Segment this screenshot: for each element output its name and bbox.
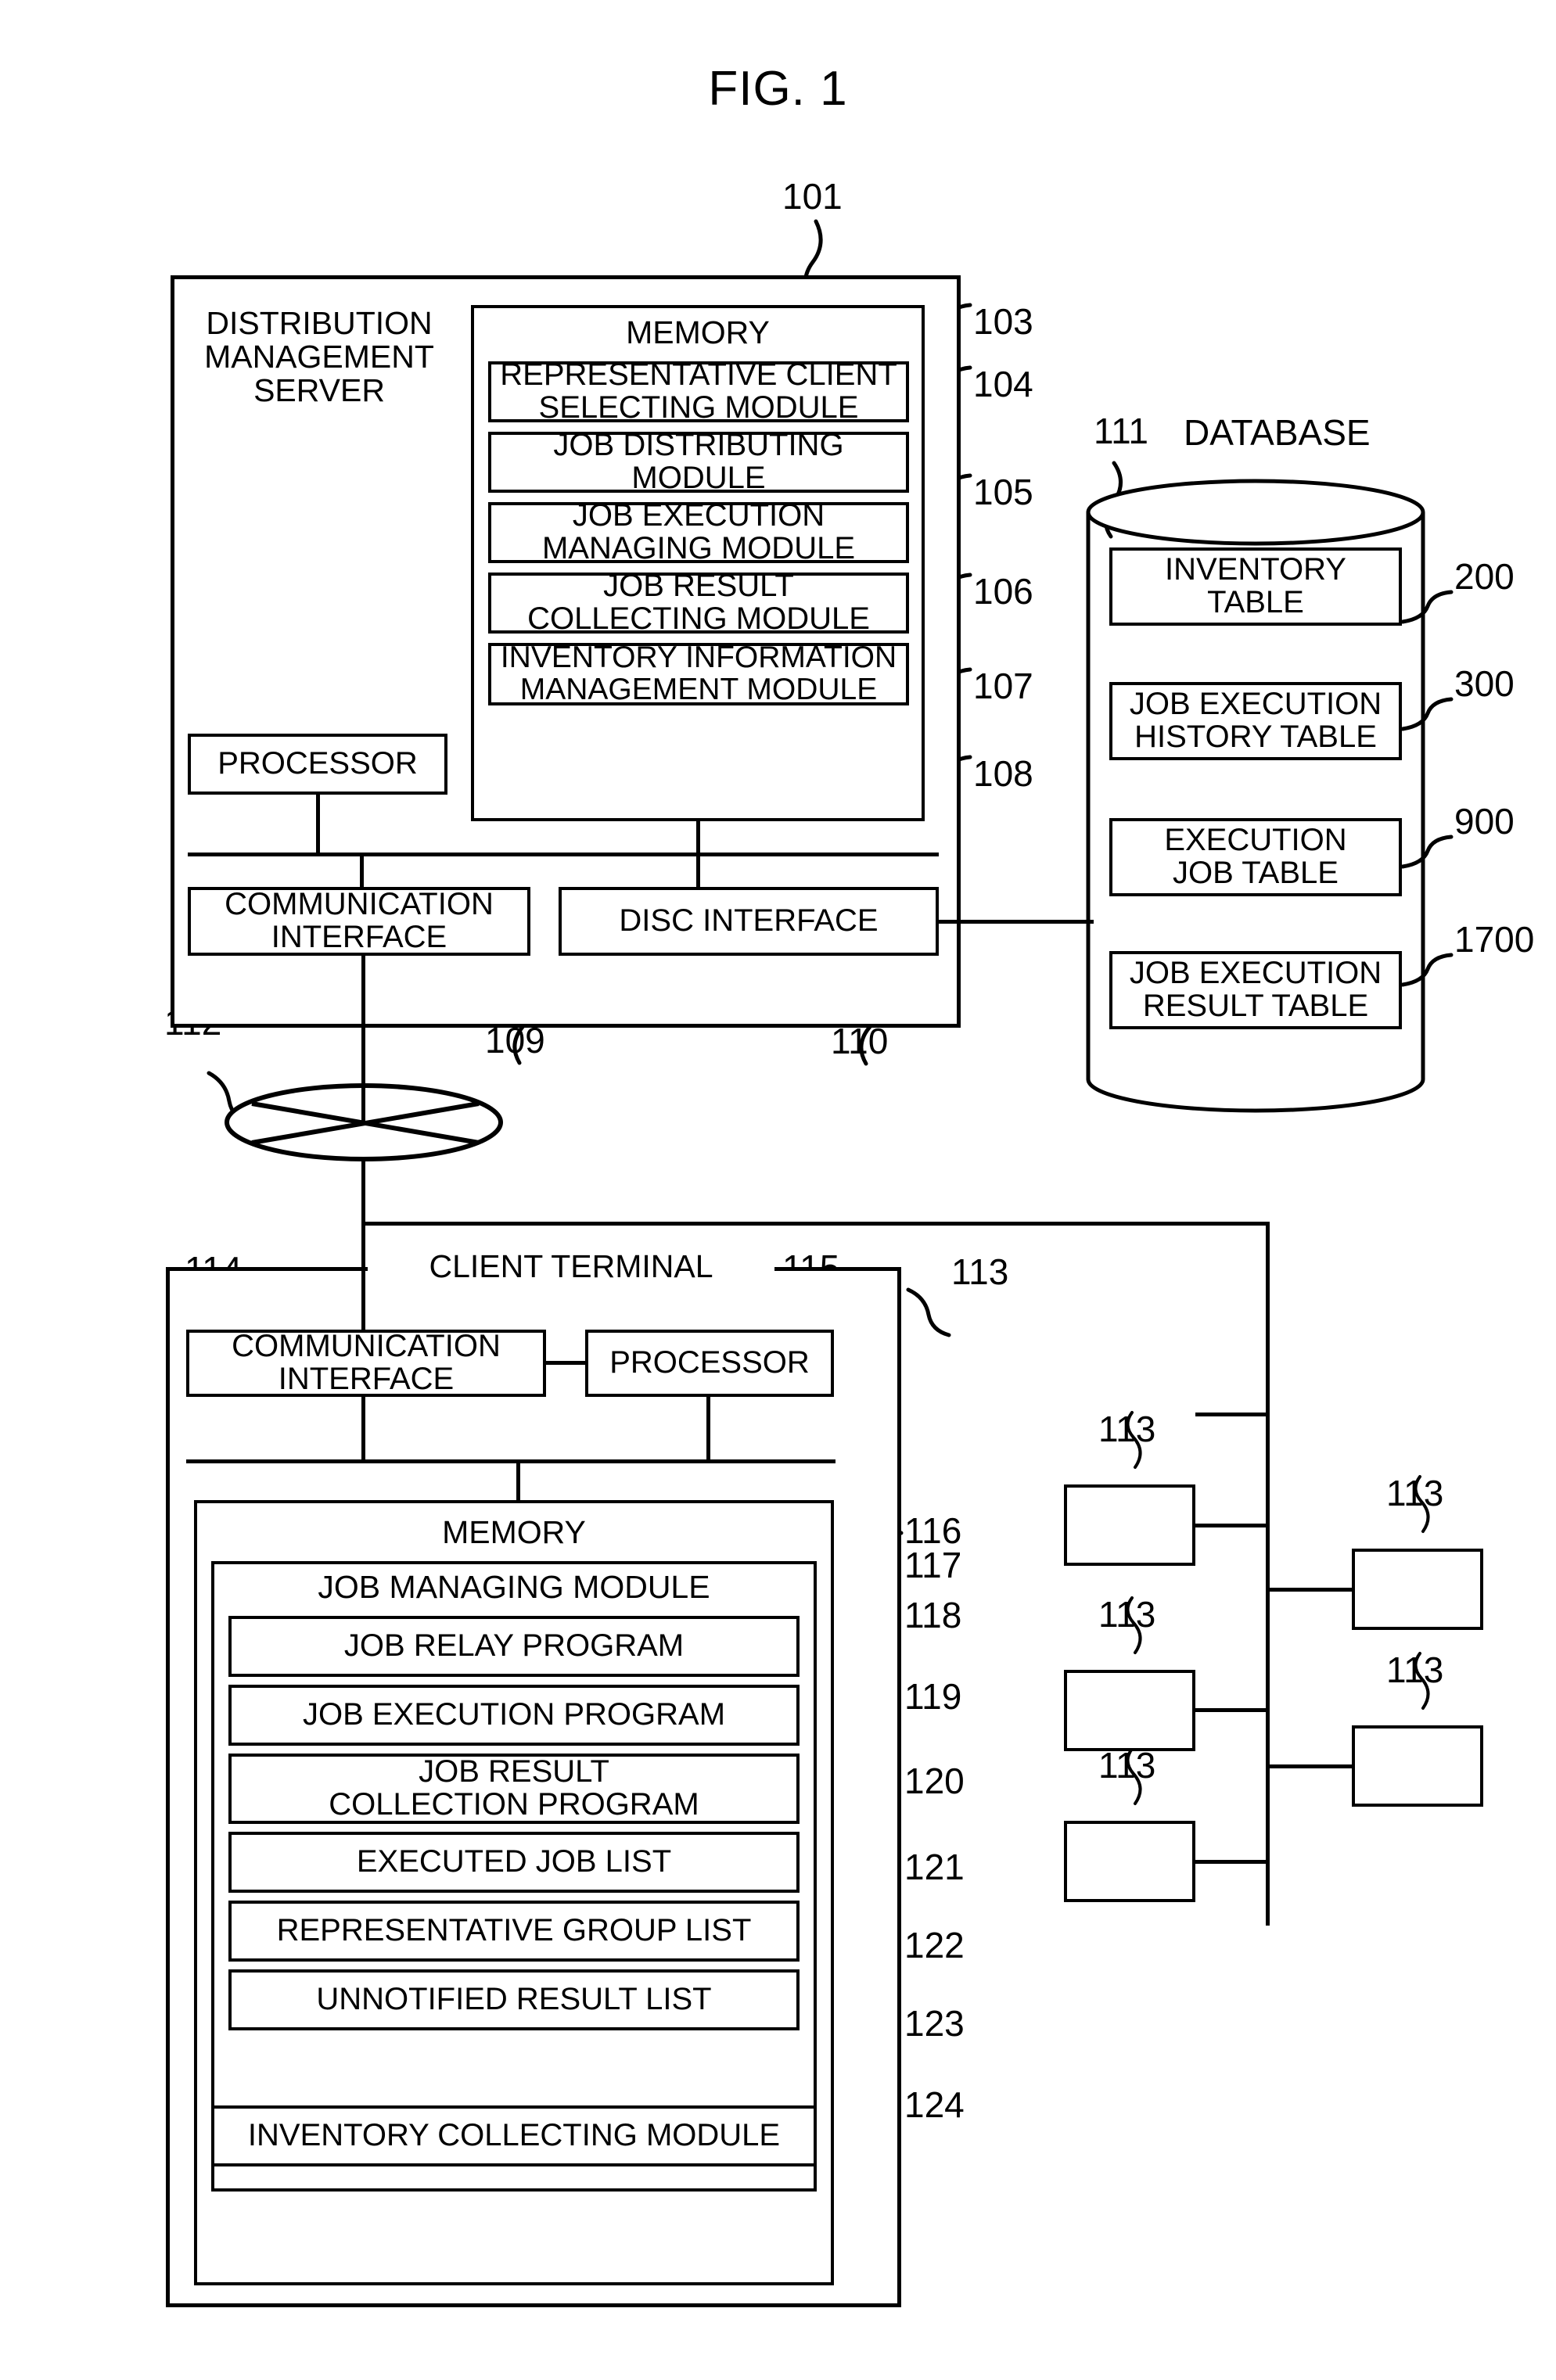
job-execution-managing-module: JOB EXECUTION MANAGING MODULE: [488, 500, 909, 565]
job-distributing-module: JOB DISTRIBUTING MODULE: [488, 429, 909, 494]
ref-121: 121: [904, 1847, 965, 1887]
ref-900: 900: [1454, 801, 1515, 842]
server-ci-bus: [360, 853, 364, 888]
client-terminal-box-d: [1352, 1549, 1483, 1630]
server-communication-interface: COMMUNICATION INTERFACE: [188, 887, 530, 956]
client-terminal-title: CLIENT TERMINAL: [368, 1249, 774, 1284]
ref-113-d: 113: [1386, 1473, 1444, 1513]
server-memory-label: MEMORY: [626, 314, 770, 350]
executed-job-list: EXECUTED JOB LIST: [228, 1832, 800, 1893]
ref-113-e: 113: [1386, 1649, 1444, 1690]
unnotified-result-list: UNNOTIFIED RESULT LIST: [228, 1969, 800, 2030]
client-memory-label: MEMORY: [442, 1514, 586, 1550]
client-terminal-box-c: [1064, 1821, 1195, 1902]
client-terminal-box-b: [1064, 1670, 1195, 1751]
ref-103: 103: [973, 301, 1033, 342]
page-title: FIG. 1: [708, 62, 848, 116]
job-result-collection-program: JOB RESULT COLLECTION PROGRAM: [228, 1754, 800, 1824]
server-di-bus: [696, 853, 700, 888]
ref-300: 300: [1454, 663, 1515, 704]
client-link-a: [1195, 1413, 1267, 1416]
ref-118: 118: [904, 1595, 962, 1635]
ref-124: 124: [904, 2084, 965, 2125]
client-terminal-box-e: [1352, 1725, 1483, 1807]
database-cylinder-top: [1086, 479, 1425, 546]
job-execution-history-table: JOB EXECUTION HISTORY TABLE: [1109, 682, 1402, 760]
ref-123: 123: [904, 2003, 965, 2044]
client-link-e: [1266, 1764, 1353, 1768]
client-link-d: [1266, 1588, 1353, 1592]
client-link-a2: [1195, 1524, 1267, 1527]
client-link-b: [1195, 1708, 1267, 1712]
representative-group-list: REPRESENTATIVE GROUP LIST: [228, 1901, 800, 1962]
server-disc-interface: DISC INTERFACE: [559, 887, 939, 956]
ref-117: 117: [904, 1545, 962, 1585]
ref-108: 108: [973, 753, 1033, 794]
ref-107: 107: [973, 666, 1033, 706]
server-memory-bus: [696, 821, 700, 854]
ref-119: 119: [904, 1676, 962, 1717]
job-managing-module-label: JOB MANAGING MODULE: [318, 1569, 710, 1605]
server-bus: [188, 853, 939, 856]
ref-104: 104: [973, 364, 1033, 404]
database-label: DATABASE: [1184, 412, 1371, 453]
client-backbone-vertical: [1266, 1222, 1270, 1926]
server-processor: PROCESSOR: [188, 734, 447, 795]
client-terminal-box-a: [1064, 1484, 1195, 1566]
disc-to-database-line: [937, 920, 1094, 924]
ref-116: 116: [904, 1510, 962, 1551]
client-bus: [186, 1459, 835, 1463]
job-relay-program: JOB RELAY PROGRAM: [228, 1616, 800, 1677]
representative-client-selecting-module: REPRESENTATIVE CLIENT SELECTING MODULE: [488, 359, 909, 424]
ref-105: 105: [973, 472, 1033, 512]
client-processor: PROCESSOR: [585, 1330, 834, 1397]
ref-113-client: 113: [951, 1251, 1009, 1292]
server-title: DISTRIBUTION MANAGEMENT SERVER: [204, 305, 434, 409]
client-communication-interface: COMMUNICATION INTERFACE: [186, 1330, 546, 1397]
job-result-collecting-module: JOB RESULT COLLECTING MODULE: [488, 570, 909, 635]
client-network-drop: [361, 1267, 365, 1331]
client-memory-bus: [516, 1459, 520, 1502]
ref-101: 101: [782, 176, 843, 217]
ref-113-c: 113: [1098, 1745, 1156, 1786]
ref-1700: 1700: [1454, 919, 1535, 960]
client-proc-bus: [706, 1397, 710, 1463]
server-processor-bus: [316, 795, 320, 854]
inventory-table: INVENTORY TABLE: [1109, 547, 1402, 626]
client-ci-bus: [361, 1397, 365, 1463]
network-to-client-line: [361, 1158, 365, 1267]
client-backbone-horizontal: [361, 1222, 1269, 1226]
ref-120: 120: [904, 1761, 965, 1801]
ref-110: 110: [831, 1021, 889, 1061]
ci-to-network-line: [361, 956, 365, 1123]
ref-111: 111: [1094, 411, 1148, 451]
job-execution-program: JOB EXECUTION PROGRAM: [228, 1685, 800, 1746]
ref-122: 122: [904, 1925, 965, 1965]
job-execution-result-table: JOB EXECUTION RESULT TABLE: [1109, 951, 1402, 1029]
client-link-c: [1195, 1860, 1267, 1864]
execution-job-table: EXECUTION JOB TABLE: [1109, 818, 1402, 896]
ref-113-b: 113: [1098, 1594, 1156, 1635]
inventory-collecting-module: INVENTORY COLLECTING MODULE: [211, 2105, 817, 2166]
figure-page: FIG. 1 101 103 104 105 106 107 108 109 1…: [0, 0, 1556, 2380]
ref-200: 200: [1454, 556, 1515, 597]
ref-113-a: 113: [1098, 1409, 1156, 1449]
ref-106: 106: [973, 571, 1033, 612]
client-ci-proc-link: [546, 1361, 585, 1365]
inventory-information-management-module: INVENTORY INFORMATION MANAGEMENT MODULE: [488, 642, 909, 705]
